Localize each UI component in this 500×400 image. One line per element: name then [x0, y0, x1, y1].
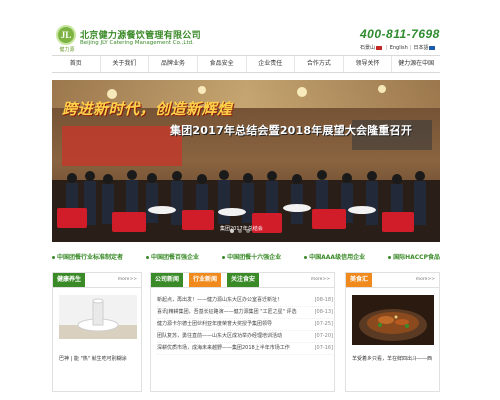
main-nav: 首页 关于我们 品牌业务 食品安全 企业责任 合作方式 领导关怀 健力源在中国 — [52, 55, 440, 73]
slogan-item: 中国团餐百强企业 — [146, 252, 199, 262]
nav-item-about[interactable]: 关于我们 — [101, 56, 150, 72]
news-item[interactable]: 团队复苏，勇往直前——山东大区成功举办经理培训活动 [07-20] — [157, 331, 333, 343]
tab-company-news[interactable]: 公司新闻 — [151, 273, 184, 287]
lang-english-link[interactable]: English — [390, 45, 408, 51]
nav-item-brand[interactable]: 品牌业务 — [149, 56, 198, 72]
tab-industry-news[interactable]: 行业新闻 — [189, 273, 222, 287]
lang-local-link[interactable]: 石景山 — [360, 45, 375, 51]
banner-headline: 跨进新时代，创造新辉煌 — [62, 100, 233, 118]
panel-header: 公司新闻 行业新闻 关注食安 more>> — [151, 273, 334, 288]
nav-item-in-china[interactable]: 健力源在中国 — [392, 56, 440, 72]
news-item[interactable]: 健力源卡尔德士团伙利亚年度荣誉大奖授予集团领导 [07-25] — [157, 319, 333, 331]
slogan-item: 中国团餐十六强企业 — [222, 252, 281, 262]
bullet-icon — [52, 256, 55, 259]
bullet-icon — [388, 256, 392, 259]
hotline-number: 400-811-7698 — [360, 27, 440, 41]
banner-caption: 集团2017年总结会 — [220, 226, 263, 232]
health-thumbnail[interactable] — [59, 295, 137, 339]
health-article-link[interactable]: 巴神 | 能 "热" 就生吃可别糊涂 — [59, 355, 139, 362]
nav-item-food-safety[interactable]: 食品安全 — [198, 56, 247, 72]
tab-food-safety[interactable]: 关注食安 — [227, 273, 260, 287]
bullet-icon — [304, 256, 308, 259]
banner-subheadline: 集团2017年总结会暨2018年展望大会隆重召开 — [170, 124, 413, 137]
tab-food[interactable]: 美食汇 — [346, 273, 373, 287]
language-bar: 石景山 | English | 日本語 — [360, 44, 437, 51]
panel-header: 美食汇 more>> — [346, 273, 439, 288]
news-list: 新起点，再出发！——健力源山东大区办公室喜迁新址！ [08-18] 喜讯|精耕集团… — [157, 295, 333, 355]
food-thumbnail[interactable] — [352, 295, 434, 345]
lang-japanese-link[interactable]: 日本語 — [413, 45, 428, 51]
company-name-en: Beijing JLY Catering Management Co.,Ltd. — [80, 40, 194, 46]
news-item[interactable]: 深耕优质市场，成海未来越野——集团2018上半年市场工作 [07-16] — [157, 343, 333, 355]
more-link[interactable]: more>> — [416, 273, 435, 287]
slogan-item: 中国AAA级信用企业 — [304, 252, 365, 262]
slogan-item: 中国团餐行业标准制定者 — [52, 252, 123, 262]
flag-cn-icon — [376, 45, 383, 50]
news-panel: 公司新闻 行业新闻 关注食安 more>> 新起点，再出发！——健力源山东大区办… — [150, 272, 335, 392]
panel-header: 健康养生 more>> — [53, 273, 141, 288]
food-image — [352, 295, 434, 345]
health-panel: 健康养生 more>> 巴神 | 能 "热" 就生吃可别糊涂 — [52, 272, 142, 392]
health-image — [59, 295, 137, 339]
logo-icon[interactable]: JL — [56, 25, 76, 45]
nav-item-responsibility[interactable]: 企业责任 — [247, 56, 296, 72]
logo-sub-text: 健力源 — [59, 47, 75, 53]
nav-item-cooperation[interactable]: 合作方式 — [295, 56, 344, 72]
flag-jp-icon — [429, 45, 436, 50]
bullet-icon — [222, 256, 226, 259]
food-panel: 美食汇 more>> 羊受着乡只看，羊在鲜四出斗——西 — [345, 272, 440, 392]
slogan-item: 国际HACCP食品 — [388, 252, 440, 262]
tab-health[interactable]: 健康养生 — [53, 273, 86, 287]
slogan-bar: 中国团餐行业标准制定者 中国团餐百强企业 中国团餐十六强企业 中国AAA级信用企… — [52, 252, 440, 262]
nav-item-home[interactable]: 首页 — [52, 56, 101, 72]
more-link[interactable]: more>> — [311, 273, 330, 287]
news-item[interactable]: 新起点，再出发！——健力源山东大区办公室喜迁新址！ [08-18] — [157, 295, 333, 307]
food-article-link[interactable]: 羊受着乡只看，羊在鲜四出斗——西 — [352, 355, 438, 362]
nav-item-leadership[interactable]: 领导关怀 — [344, 56, 393, 72]
bullet-icon — [146, 256, 150, 259]
news-item[interactable]: 喜讯|精耕集团，吾基长征路演——健力源集团 "工匠之星" 评选 [08-13] — [157, 307, 333, 319]
more-link[interactable]: more>> — [118, 273, 137, 287]
